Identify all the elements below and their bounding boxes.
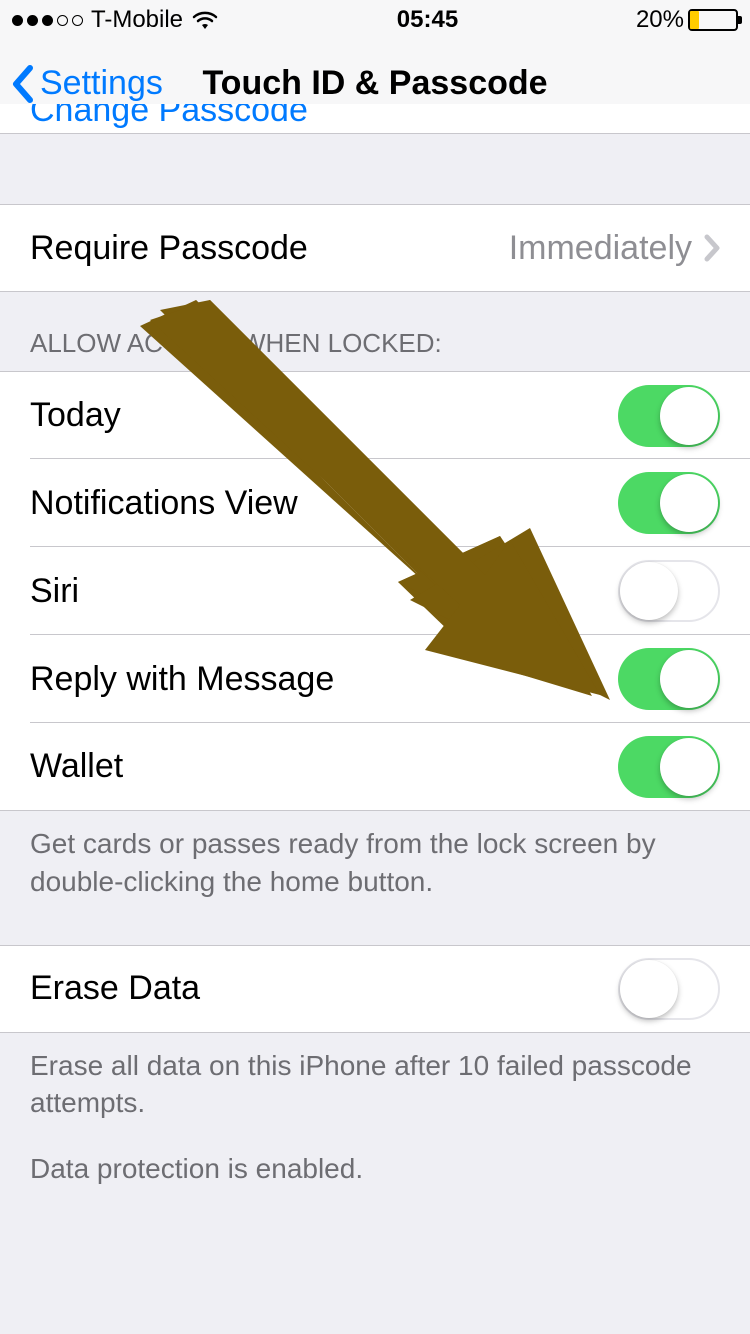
- reply-with-message-switch[interactable]: [618, 648, 720, 710]
- allow-access-header: ALLOW ACCESS WHEN LOCKED:: [0, 292, 750, 371]
- siri-row[interactable]: Siri: [0, 547, 750, 635]
- require-passcode-row[interactable]: Require Passcode Immediately: [0, 204, 750, 292]
- wallet-row[interactable]: Wallet: [0, 723, 750, 811]
- reply-with-message-label: Reply with Message: [30, 660, 618, 699]
- change-passcode-label: Change Passcode: [30, 104, 308, 116]
- status-bar: T-Mobile 05:45 20%: [0, 0, 750, 40]
- wifi-icon: [191, 9, 219, 31]
- notifications-view-row[interactable]: Notifications View: [0, 459, 750, 547]
- chevron-left-icon: [10, 64, 34, 104]
- siri-switch[interactable]: [618, 560, 720, 622]
- status-left: T-Mobile: [12, 6, 219, 34]
- change-passcode-row[interactable]: Change Passcode: [0, 104, 750, 134]
- siri-label: Siri: [30, 572, 618, 611]
- battery-icon: [688, 9, 738, 31]
- carrier-label: T-Mobile: [91, 6, 183, 34]
- status-right: 20%: [636, 6, 738, 34]
- erase-footer-line1: Erase all data on this iPhone after 10 f…: [30, 1047, 720, 1123]
- today-row[interactable]: Today: [0, 371, 750, 459]
- require-passcode-label: Require Passcode: [30, 229, 509, 268]
- today-label: Today: [30, 396, 618, 435]
- erase-data-label: Erase Data: [30, 969, 618, 1008]
- erase-footer: Erase all data on this iPhone after 10 f…: [0, 1033, 750, 1208]
- back-label: Settings: [40, 64, 163, 103]
- back-button[interactable]: Settings: [10, 64, 163, 104]
- erase-data-switch[interactable]: [618, 958, 720, 1020]
- notifications-view-switch[interactable]: [618, 472, 720, 534]
- wallet-footer: Get cards or passes ready from the lock …: [0, 811, 750, 921]
- erase-data-row[interactable]: Erase Data: [0, 945, 750, 1033]
- erase-footer-line2: Data protection is enabled.: [30, 1150, 720, 1188]
- wallet-switch[interactable]: [618, 736, 720, 798]
- notifications-view-label: Notifications View: [30, 484, 618, 523]
- battery-percent-label: 20%: [636, 6, 684, 34]
- reply-with-message-row[interactable]: Reply with Message: [0, 635, 750, 723]
- wallet-label: Wallet: [30, 747, 618, 786]
- signal-strength-icon: [12, 15, 83, 26]
- chevron-right-icon: [704, 234, 720, 262]
- today-switch[interactable]: [618, 385, 720, 447]
- page-title: Touch ID & Passcode: [202, 64, 547, 103]
- status-time: 05:45: [397, 6, 458, 34]
- require-passcode-value: Immediately: [509, 229, 692, 268]
